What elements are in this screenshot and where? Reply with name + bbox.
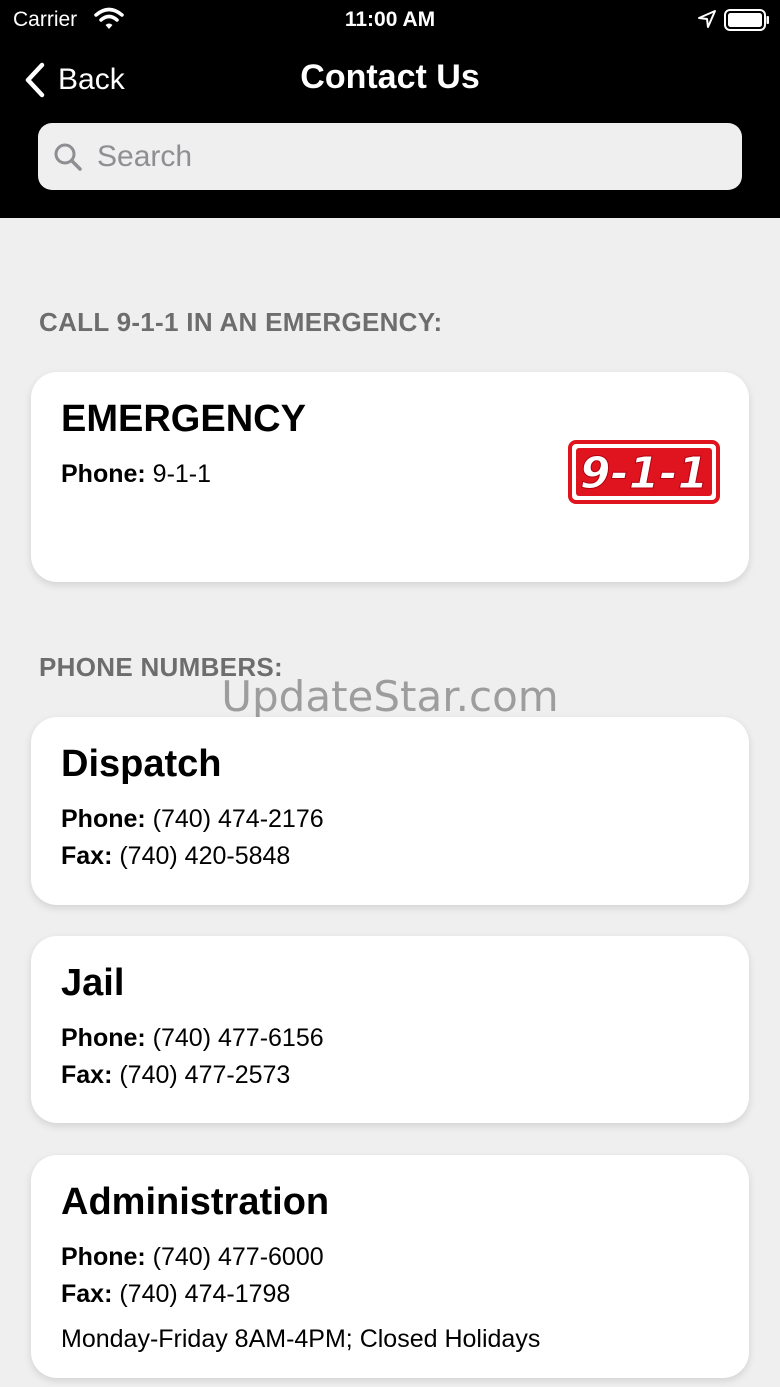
fax-label: Fax: (61, 842, 113, 870)
search-bar[interactable] (38, 123, 742, 190)
hours-text: Monday-Friday 8AM-4PM; Closed Holidays (61, 1325, 541, 1353)
card-title: Dispatch (61, 743, 222, 785)
phone-label: Phone: (61, 1024, 146, 1052)
fax-line: Fax: (740) 420-5848 (61, 842, 290, 871)
fax-number: (740) 477-2573 (119, 1061, 291, 1089)
phone-number[interactable]: (740) 477-6000 (153, 1243, 324, 1271)
card-title: Administration (61, 1181, 330, 1223)
phone-number[interactable]: (740) 477-6156 (153, 1024, 324, 1052)
dispatch-card[interactable]: Dispatch Phone: (740) 474-2176 Fax: (740… (31, 717, 749, 905)
jail-card[interactable]: Jail Phone: (740) 477-6156 Fax: (740) 47… (31, 936, 749, 1123)
phone-line[interactable]: Phone: 9-1-1 (61, 460, 211, 489)
card-title: EMERGENCY (61, 398, 306, 440)
phone-label: Phone: (61, 460, 146, 488)
phone-number[interactable]: (740) 474-2176 (153, 805, 324, 833)
watermark: UpdateStar.com (221, 672, 559, 721)
fax-line: Fax: (740) 474-1798 (61, 1280, 290, 1309)
fax-number: (740) 420-5848 (119, 842, 291, 870)
page-title: Contact Us (300, 58, 480, 96)
fax-label: Fax: (61, 1280, 113, 1308)
phone-line[interactable]: Phone: (740) 477-6000 (61, 1243, 324, 1272)
phone-line[interactable]: Phone: (740) 477-6156 (61, 1024, 324, 1053)
administration-card[interactable]: Administration Phone: (740) 477-6000 Fax… (31, 1155, 749, 1378)
search-input[interactable] (95, 138, 719, 175)
911-logo-text: 9-1-1 (580, 448, 708, 499)
search-icon (54, 143, 82, 171)
location-arrow-icon (698, 10, 716, 28)
card-title: Jail (61, 962, 125, 1004)
phone-line[interactable]: Phone: (740) 474-2176 (61, 805, 324, 834)
emergency-card[interactable]: EMERGENCY Phone: 9-1-1 9-1-1 (31, 372, 749, 582)
navigation-header: Carrier 11:00 AM Back Contact Us (0, 0, 780, 218)
fax-line: Fax: (740) 477-2573 (61, 1061, 290, 1090)
phone-label: Phone: (61, 1243, 146, 1271)
fax-number: (740) 474-1798 (119, 1280, 291, 1308)
911-logo-icon: 9-1-1 (568, 440, 720, 504)
phone-label: Phone: (61, 805, 146, 833)
status-bar: Carrier 11:00 AM (0, 0, 780, 40)
emergency-section-header: CALL 9-1-1 IN AN EMERGENCY: (39, 307, 443, 337)
fax-label: Fax: (61, 1061, 113, 1089)
battery-icon (724, 9, 769, 31)
phone-number[interactable]: 9-1-1 (153, 460, 211, 488)
status-time: 11:00 AM (344, 8, 436, 31)
